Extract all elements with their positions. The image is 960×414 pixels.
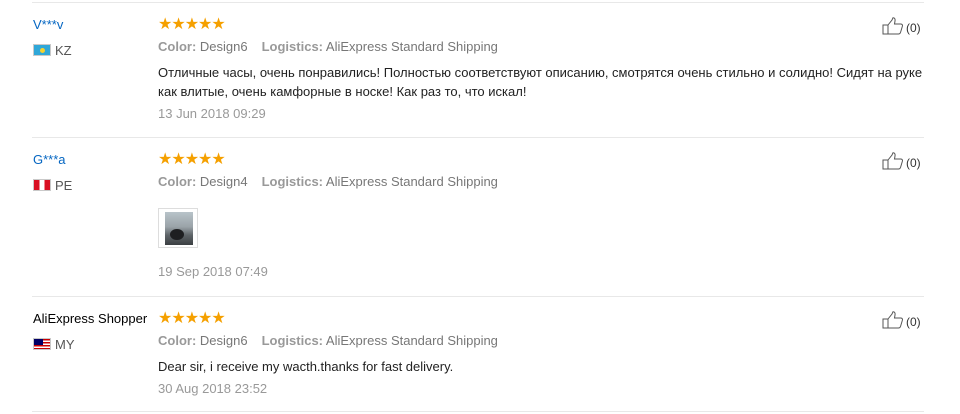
logistics-label: Logistics: — [261, 39, 324, 54]
review-date: 19 Sep 2018 07:49 — [158, 264, 268, 279]
helpful-count: (0) — [906, 156, 921, 170]
color-value: Design6 — [199, 39, 248, 54]
divider — [32, 137, 924, 138]
reviewer-country: MY — [33, 337, 75, 353]
review-meta: Color: Design6 Logistics: AliExpress Stan… — [158, 333, 498, 349]
reviewer-name: AliExpress Shopper — [33, 311, 148, 326]
helpful-count: (0) — [906, 315, 921, 329]
divider — [32, 411, 924, 412]
thumbs-up-icon — [882, 17, 903, 35]
color-value: Design6 — [199, 333, 248, 348]
watch-image — [170, 229, 184, 240]
my-flag-icon — [33, 338, 51, 350]
kz-flag-icon — [33, 44, 51, 56]
divider — [32, 2, 924, 3]
color-label: Color: — [158, 333, 197, 348]
review-photo-thumbnail[interactable] — [158, 208, 198, 248]
star-rating: ★★★★★ — [158, 151, 226, 168]
logistics-value: AliExpress Standard Shipping — [325, 174, 498, 189]
thumbs-up-icon — [882, 152, 903, 170]
review-date: 13 Jun 2018 09:29 — [158, 106, 266, 121]
logistics-value: AliExpress Standard Shipping — [325, 333, 498, 348]
reviewer-country: KZ — [33, 43, 72, 59]
helpful-button[interactable]: (0) — [882, 17, 921, 36]
review-date: 30 Aug 2018 23:52 — [158, 381, 268, 396]
reviewer-name[interactable]: V***v — [33, 17, 63, 33]
country-code: MY — [55, 337, 75, 352]
divider — [32, 296, 924, 297]
thumbs-up-icon — [882, 311, 903, 329]
reviewer-country: PE — [33, 178, 72, 194]
country-code: PE — [55, 178, 73, 193]
logistics-label: Logistics: — [261, 333, 324, 348]
review-text: Dear sir, i receive my wacth.thanks for … — [158, 359, 454, 374]
review-meta: Color: Design6 Logistics: AliExpress Stan… — [158, 39, 498, 55]
helpful-button[interactable]: (0) — [882, 311, 921, 330]
star-rating: ★★★★★ — [158, 310, 226, 327]
color-label: Color: — [158, 39, 197, 54]
helpful-button[interactable]: (0) — [882, 152, 921, 171]
review-text: Отличные часы, очень понравились! Полнос… — [158, 65, 923, 99]
star-rating: ★★★★★ — [158, 16, 226, 33]
logistics-label: Logistics: — [261, 174, 324, 189]
color-label: Color: — [158, 174, 197, 189]
review-meta: Color: Design4 Logistics: AliExpress Stan… — [158, 174, 498, 190]
country-code: KZ — [55, 43, 72, 58]
helpful-count: (0) — [906, 21, 921, 35]
reviewer-name[interactable]: G***a — [33, 152, 66, 168]
logistics-value: AliExpress Standard Shipping — [325, 39, 498, 54]
color-value: Design4 — [199, 174, 248, 189]
pe-flag-icon — [33, 179, 51, 191]
